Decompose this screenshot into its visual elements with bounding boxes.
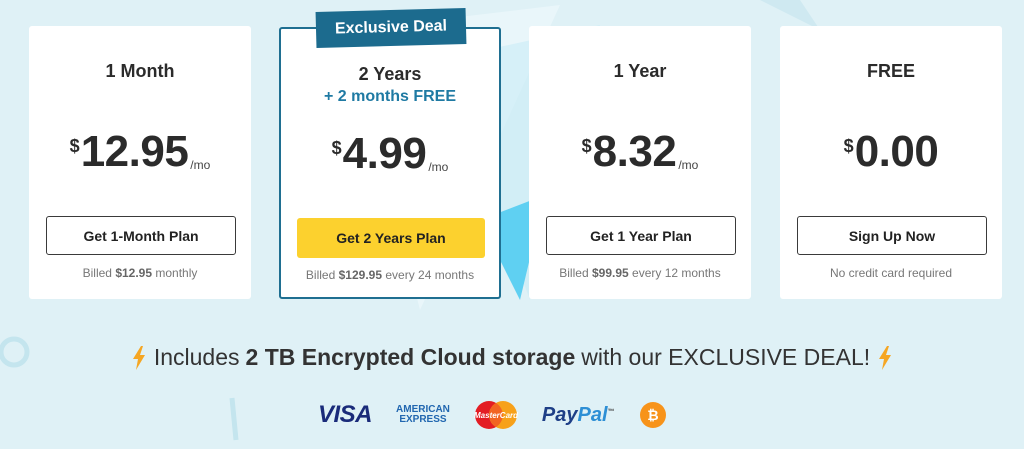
lightning-bolt-icon bbox=[879, 345, 892, 370]
lightning-bolt-icon bbox=[132, 345, 145, 370]
bitcoin-symbol: ₿ bbox=[647, 408, 658, 424]
billing-suffix: every 24 months bbox=[385, 268, 475, 282]
mastercard-logo: MasterCard bbox=[474, 401, 518, 429]
plan-card-2-years: 2 Years + 2 months FREE $ 4.99 /mo Get 2… bbox=[279, 27, 501, 299]
bitcoin-icon: ₿ bbox=[639, 402, 666, 428]
plan-card-1-month: 1 Month $ 12.95 /mo Get 1-Month Plan Bil… bbox=[29, 26, 251, 299]
visa-logo: VISA bbox=[318, 401, 373, 428]
plan-name: 1 Year bbox=[613, 61, 667, 81]
american-express-logo: AMERICAN EXPRESS bbox=[396, 405, 450, 425]
plan-price: $ 4.99 /mo bbox=[281, 132, 499, 176]
get-2-years-plan-button[interactable]: Get 2 Years Plan bbox=[297, 218, 485, 258]
price-amount: 0.00 bbox=[854, 127, 939, 176]
billing-suffix: monthly bbox=[155, 266, 198, 280]
billing-suffix: every 12 months bbox=[632, 266, 721, 280]
billing-info: Billed $99.95 every 12 months bbox=[529, 266, 751, 280]
plan-name: 1 Month bbox=[105, 61, 175, 81]
paypal-pay: Pay bbox=[541, 403, 578, 426]
plan-name: 2 Years bbox=[358, 64, 422, 84]
billing-info: Billed $12.95 monthly bbox=[29, 266, 251, 280]
billing-prefix: Billed bbox=[82, 266, 112, 280]
billing-prefix: Billed bbox=[559, 266, 589, 280]
plan-bonus: + 2 months FREE bbox=[323, 88, 457, 105]
mastercard-label: MasterCard bbox=[474, 411, 518, 420]
plan-name: FREE bbox=[866, 61, 915, 81]
billing-prefix: Billed bbox=[305, 268, 336, 282]
price-period: /mo bbox=[428, 160, 449, 174]
price-currency: $ bbox=[331, 138, 342, 158]
plan-price: $ 8.32 /mo bbox=[529, 130, 751, 174]
price-currency: $ bbox=[843, 136, 854, 156]
get-1-year-plan-button[interactable]: Get 1 Year Plan bbox=[546, 216, 736, 255]
promo-prefix: Includes bbox=[153, 344, 240, 370]
price-period: /mo bbox=[678, 158, 699, 172]
billing-amount: $12.95 bbox=[115, 266, 153, 280]
exclusive-deal-ribbon: Exclusive Deal bbox=[315, 8, 467, 48]
price-amount: 12.95 bbox=[80, 127, 189, 176]
ribbon-label: Exclusive Deal bbox=[334, 17, 448, 38]
get-1-month-plan-button[interactable]: Get 1-Month Plan bbox=[46, 216, 236, 255]
plan-price: $ 0.00 bbox=[780, 130, 1002, 174]
paypal-trademark: ™ bbox=[607, 407, 615, 415]
paypal-pal: Pal bbox=[577, 403, 608, 426]
no-credit-card-note: No credit card required bbox=[829, 266, 953, 280]
price-amount: 8.32 bbox=[592, 127, 677, 176]
promo-suffix: with our EXCLUSIVE DEAL! bbox=[581, 344, 871, 370]
storage-promo: Includes 2 TB Encrypted Cloud storage wi… bbox=[0, 344, 1024, 371]
sign-up-now-button[interactable]: Sign Up Now bbox=[797, 216, 987, 255]
billing-amount: $129.95 bbox=[338, 268, 383, 282]
billing-amount: $99.95 bbox=[591, 266, 629, 280]
plan-card-free: FREE $ 0.00 Sign Up Now No credit card r… bbox=[780, 26, 1002, 299]
price-currency: $ bbox=[69, 136, 80, 156]
billing-info: Billed $129.95 every 24 months bbox=[281, 268, 499, 282]
plan-price: $ 12.95 /mo bbox=[29, 130, 251, 174]
price-amount: 4.99 bbox=[342, 129, 427, 178]
price-period: /mo bbox=[190, 158, 211, 172]
promo-highlight: 2 TB Encrypted Cloud storage bbox=[245, 344, 576, 370]
plan-card-1-year: 1 Year $ 8.32 /mo Get 1 Year Plan Billed… bbox=[529, 26, 751, 299]
payment-methods: VISA AMERICAN EXPRESS MasterCard PayPal™… bbox=[318, 400, 666, 430]
amex-bottom-text: EXPRESS bbox=[399, 414, 447, 425]
price-currency: $ bbox=[581, 136, 592, 156]
paypal-logo: PayPal™ bbox=[542, 404, 615, 427]
